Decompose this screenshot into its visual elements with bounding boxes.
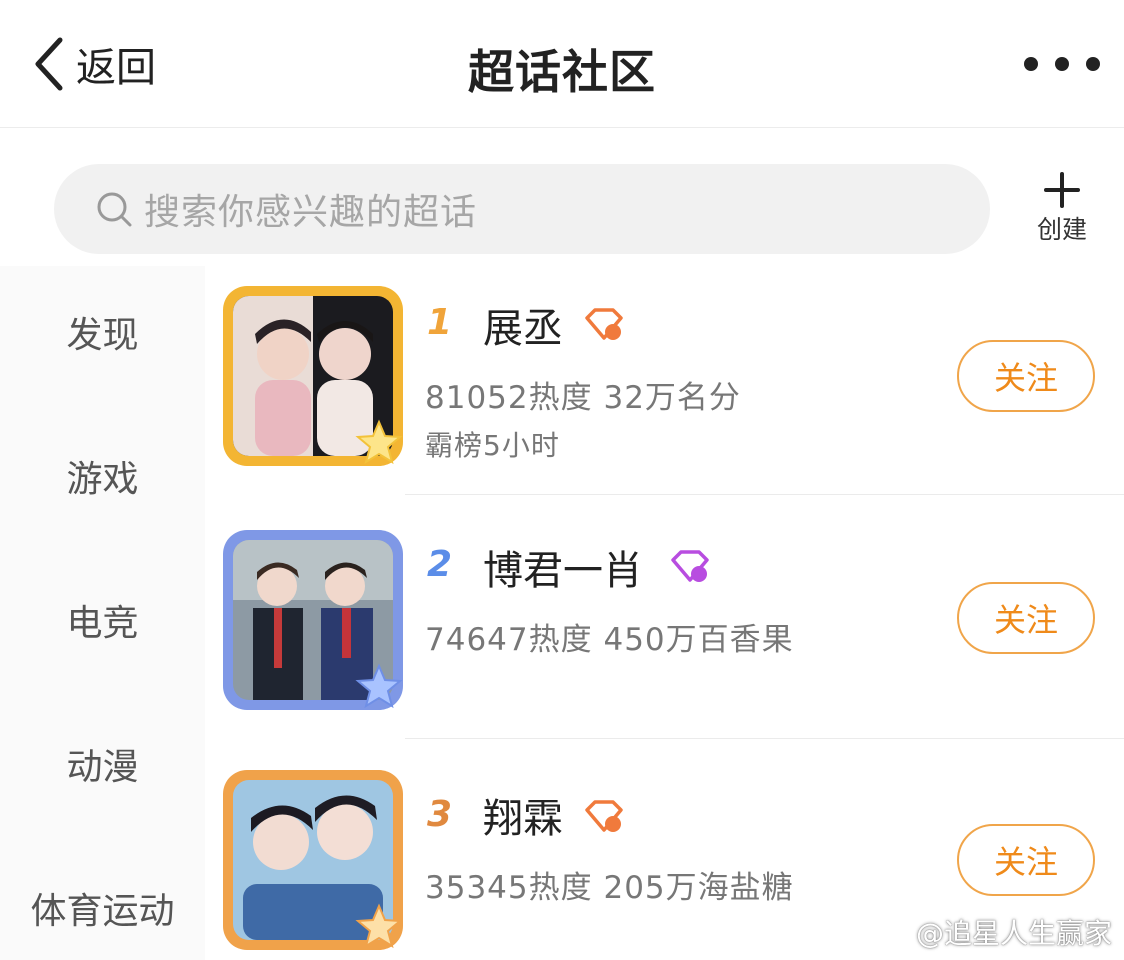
watermark: @追星人生赢家 xyxy=(872,912,1112,952)
follow-button[interactable]: 关注 xyxy=(957,824,1095,896)
row-divider xyxy=(405,738,1124,739)
topic-avatar xyxy=(223,286,403,466)
rank-number: 1 xyxy=(427,302,453,343)
plus-icon xyxy=(1044,172,1080,208)
topic-avatar xyxy=(223,530,403,710)
topic-name: 翔霖 xyxy=(483,796,563,842)
search-input[interactable]: 搜索你感兴趣的超话 xyxy=(54,164,990,254)
topic-stats: 35345热度 205万海盐糖 xyxy=(425,870,794,906)
topic-stats: 74647热度 450万百香果 xyxy=(425,622,794,658)
more-dot-icon xyxy=(1055,57,1069,71)
diamond-badge-icon xyxy=(585,308,623,340)
topic-avatar xyxy=(223,770,403,950)
watermark-text: @追星人生赢家 xyxy=(915,917,1112,950)
diamond-badge-icon xyxy=(671,550,709,582)
sidebar-item-esports[interactable]: 电竞 xyxy=(0,594,205,646)
create-label: 创建 xyxy=(1036,215,1087,244)
follow-button[interactable]: 关注 xyxy=(957,582,1095,654)
sidebar-item-anime[interactable]: 动漫 xyxy=(0,738,205,790)
sidebar-item-discover[interactable]: 发现 xyxy=(0,306,205,358)
row-divider xyxy=(405,494,1124,495)
page-title: 超话社区 xyxy=(468,45,656,99)
star-icon xyxy=(355,663,403,709)
rank-number: 2 xyxy=(427,544,453,585)
topic-name: 博君一肖 xyxy=(483,548,643,594)
star-icon xyxy=(355,419,403,465)
star-icon xyxy=(355,903,403,949)
diamond-badge-icon xyxy=(585,800,623,832)
rank-number: 3 xyxy=(427,794,453,835)
sidebar-item-games[interactable]: 游戏 xyxy=(0,450,205,502)
create-button[interactable]: 创建 xyxy=(1024,170,1100,250)
follow-button[interactable]: 关注 xyxy=(957,340,1095,412)
topic-name: 展丞 xyxy=(483,306,563,352)
list-item[interactable]: 2 博君一肖 74647热度 450万百香果 关注 xyxy=(205,506,1124,746)
more-dot-icon xyxy=(1086,57,1100,71)
topic-stats: 81052热度 32万名分 xyxy=(425,380,741,416)
sidebar-item-sports[interactable]: 体育运动 xyxy=(0,882,205,934)
more-dot-icon xyxy=(1024,57,1038,71)
weibo-logo-icon xyxy=(873,919,910,947)
category-sidebar: 发现 游戏 电竞 动漫 体育运动 xyxy=(0,266,205,960)
search-icon xyxy=(97,192,132,227)
top-nav-bar: 返回 超话社区 xyxy=(0,0,1124,128)
list-item[interactable]: 1 展丞 81052热度 32万名分 霸榜5小时 关注 xyxy=(205,266,1124,506)
search-placeholder: 搜索你感兴趣的超话 xyxy=(144,192,478,233)
topic-subtitle: 霸榜5小时 xyxy=(425,429,560,462)
more-options-button[interactable] xyxy=(1024,44,1100,84)
topic-list: 1 展丞 81052热度 32万名分 霸榜5小时 关注 2 博君一肖 74647… xyxy=(205,266,1124,960)
